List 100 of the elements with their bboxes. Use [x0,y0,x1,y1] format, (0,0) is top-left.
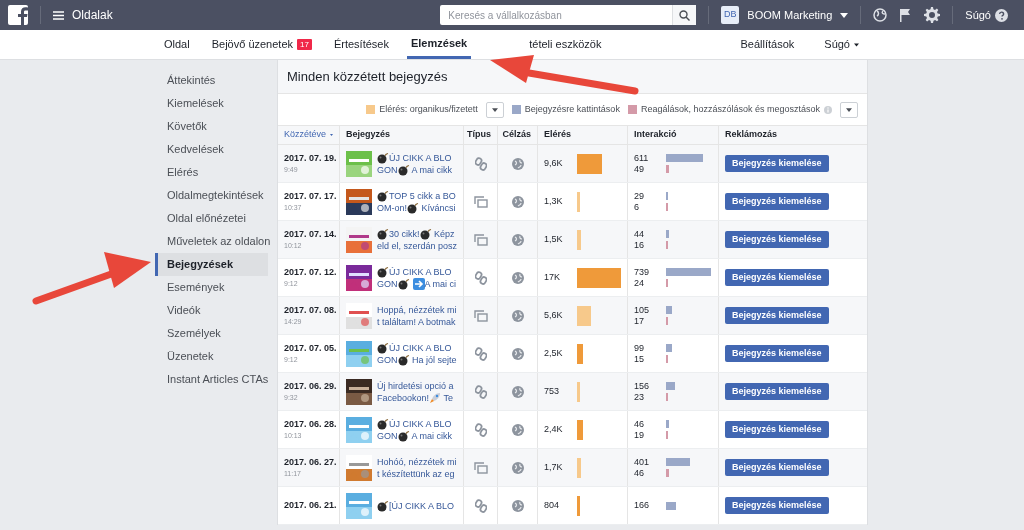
caret-icon [491,107,498,112]
flag-icon[interactable] [899,8,913,22]
post-text: GON [377,353,398,366]
post-text: Facebookon! [377,391,430,404]
clicks-bar [666,382,676,390]
boost-post-button[interactable]: Bejegyzés kiemelése [725,155,829,172]
clicks-bar [666,344,672,352]
reactions-value: 17 [634,315,645,327]
globe-icon[interactable] [873,8,888,22]
globe-icon [511,347,524,360]
sidebar-item[interactable]: Elérés [155,161,268,184]
post-text: A mai cikk [410,163,453,176]
post-text: ÚJ CIKK A BLO [389,265,452,278]
post-link[interactable]: Új hirdetési opció a Facebookon! Te [377,379,454,404]
post-text: GON [377,277,398,290]
column-header[interactable]: Közzétéve [278,126,340,144]
sidebar-item[interactable]: Bejegyzések [155,253,268,276]
sidebar-item[interactable]: Műveletek az oldalon [155,230,268,253]
reactions-bar [666,165,669,173]
reactions-bar [666,469,669,477]
reactions-value: 6 [634,201,640,213]
pages-menu-label[interactable]: Oldalak [72,6,113,24]
reach-value: 753 [544,384,561,398]
clicks-bar [666,306,673,314]
page-avatar: DB [721,6,740,24]
post-link[interactable]: Hoppá, nézzétek mi t találtam! A botmak [377,303,457,328]
nav-link[interactable]: Beállítások [740,30,795,59]
right-arrow-icon [412,277,425,290]
sidebar-item[interactable]: Kiemelések [155,92,268,115]
reach-value: 5,6K [544,308,564,322]
boost-post-button[interactable]: Bejegyzés kiemelése [725,421,829,438]
sidebar-item[interactable]: Kedvelések [155,138,268,161]
column-header[interactable]: Reklámozás [719,126,867,144]
bomb-icon [397,163,410,176]
post-link[interactable]: ÚJ CIKK A BLO GON A mai cikk [377,417,453,442]
reach-value: 2,5K [544,346,564,360]
search-button[interactable] [672,5,697,25]
notification-badge: 17 [297,39,312,50]
boost-post-button[interactable]: Bejegyzés kiemelése [725,231,829,248]
dropdown-button[interactable] [840,101,858,118]
nav-tab[interactable]: Bejövő üzenetek 17 [207,37,316,52]
sidebar-item[interactable]: Oldalmegtekintések [155,184,268,207]
nav-tab[interactable]: Értesítések [329,37,393,52]
sidebar-item[interactable]: Követők [155,115,268,138]
link-icon [474,156,487,171]
boost-post-button[interactable]: Bejegyzés kiemelése [725,459,829,476]
post-link[interactable]: 30 cikk! Képz eld el, szerdán posz [377,227,458,252]
boost-post-button[interactable]: Bejegyzés kiemelése [725,383,829,400]
bomb-icon [407,201,419,214]
clicks-value: 29 [634,190,645,202]
clicks-bar [666,420,669,428]
caret-icon [330,133,333,137]
globe-icon [511,271,524,284]
column-header[interactable]: Elérés [538,126,628,144]
nav-tab[interactable]: tételi eszközök [525,37,606,52]
post-link[interactable]: TOP 5 cikk a BO OM-on! Kíváncsi [377,189,456,214]
globe-icon [511,233,524,246]
boost-post-button[interactable]: Bejegyzés kiemelése [725,193,829,210]
help-link[interactable]: Súgó [965,6,991,24]
column-header[interactable]: Interakció [628,126,719,144]
sidebar-item[interactable]: Instant Articles CTAs [155,368,268,391]
post-text: ÚJ CIKK A BLO [389,151,452,164]
link-icon [474,384,487,399]
boost-post-button[interactable]: Bejegyzés kiemelése [725,345,829,362]
menu-icon[interactable] [53,10,64,20]
reach-value: 804 [544,498,561,512]
nav-tab[interactable]: Oldal [160,37,194,52]
post-link[interactable]: [ÚJ CIKK A BLO [377,499,455,512]
facebook-logo[interactable] [8,5,28,25]
bomb-icon [377,151,389,164]
sidebar-item[interactable]: Oldal előnézetei [155,207,268,230]
legend-label: Reagálások, hozzászólások és megosztások [640,102,820,116]
settings-icon[interactable] [924,7,941,23]
help-icon[interactable] [995,8,1008,22]
boost-post-button[interactable]: Bejegyzés kiemelése [725,497,829,514]
bomb-icon [377,189,389,202]
clicks-value: 46 [634,418,645,430]
sidebar-item[interactable]: Áttekintés [155,69,268,92]
sidebar-item[interactable]: Videók [155,299,268,322]
column-header[interactable]: Célzás [498,126,538,144]
boost-post-button[interactable]: Bejegyzés kiemelése [725,269,829,286]
reach-value: 9,6K [544,156,564,170]
sidebar-item[interactable]: Üzenetek [155,345,268,368]
globe-icon [511,461,524,474]
bomb-icon [377,265,389,278]
column-header[interactable]: Típus [464,126,498,144]
page-switcher[interactable]: DB BOOM Marketing [721,6,849,24]
column-header[interactable]: Bejegyzés [340,126,464,144]
post-text: A mai cikk [410,429,453,442]
reactions-value: 46 [634,467,645,479]
post-link[interactable]: ÚJ CIKK A BLO GON Ha jól sejte [377,341,457,366]
nav-link[interactable]: Súgó [824,30,859,59]
sidebar-item[interactable]: Személyek [155,322,268,345]
dropdown-button[interactable] [485,101,504,118]
boost-post-button[interactable]: Bejegyzés kiemelése [725,307,829,324]
link-icon [474,422,487,437]
clicks-value: 105 [634,304,651,316]
post-link[interactable]: Hohóó, nézzétek mi t készítettünk az eg [377,455,457,480]
post-link[interactable]: ÚJ CIKK A BLO GON A mai cikk [377,151,453,176]
sidebar-item[interactable]: Események [155,276,268,299]
